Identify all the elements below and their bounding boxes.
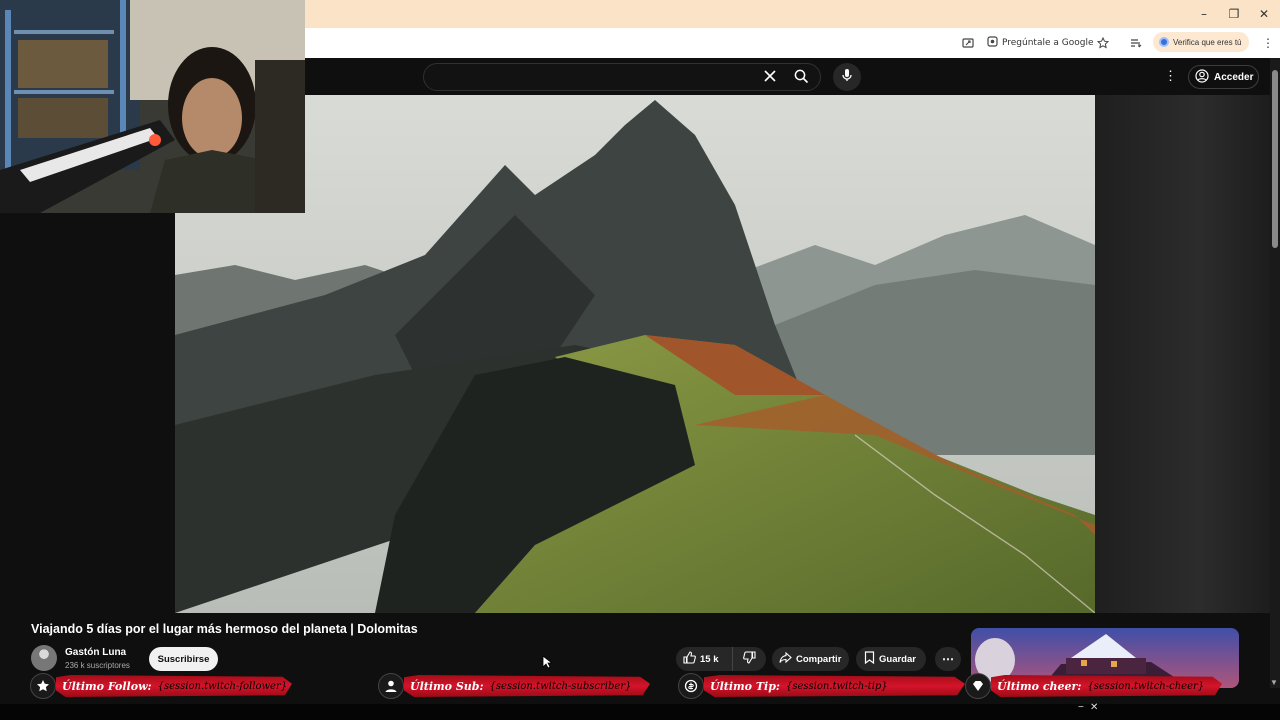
minimize-button[interactable]: – (1190, 4, 1218, 24)
scrollbar-thumb[interactable] (1272, 70, 1278, 248)
last-follow-label: Último Follow: (62, 679, 152, 693)
lens-icon (987, 36, 998, 50)
voice-search-button[interactable] (833, 63, 861, 91)
last-tip-banner: Último Tip: {session.twitch-tip} (678, 672, 965, 700)
thumbs-up-icon (683, 651, 696, 667)
like-count: 15 k (700, 653, 719, 665)
cast-icon[interactable] (962, 34, 974, 52)
webcam-feed-image (0, 0, 305, 213)
last-cheer-value: {session.twitch-cheer} (1087, 680, 1205, 692)
save-label: Guardar (879, 653, 916, 665)
bottom-strip (0, 704, 1280, 720)
more-horizontal-icon: ⋯ (942, 652, 954, 666)
microphone-icon (841, 68, 853, 87)
thumbs-down-icon (743, 651, 756, 667)
minimize-icon[interactable]: − (1078, 702, 1084, 713)
diamond-icon (965, 673, 991, 699)
subscriber-count: 236 k suscriptores (65, 661, 130, 670)
verify-shield-icon (1159, 37, 1169, 47)
last-follow-banner: Último Follow: {session.twitch-follower} (30, 672, 292, 700)
video-frame-mountain-landscape (175, 95, 1095, 613)
search-input[interactable] (423, 63, 821, 91)
last-cheer-label: Último cheer: (997, 679, 1082, 693)
verify-identity-chip[interactable]: Verifica que eres tú (1153, 32, 1249, 52)
share-label: Compartir (796, 653, 842, 665)
last-sub-value: {session.twitch-subscriber} (489, 680, 632, 692)
ask-google-label: Pregúntale a Google (1002, 38, 1094, 48)
bookmark-icon (864, 651, 875, 667)
close-icon[interactable]: ✕ (1090, 702, 1098, 713)
dislike-button[interactable] (732, 647, 766, 671)
last-sub-label: Último Sub: (410, 679, 484, 693)
browser-menu-icon[interactable]: ⋮ (1262, 34, 1274, 52)
scroll-down-arrow-icon[interactable]: ▼ (1270, 678, 1278, 687)
ask-google-button[interactable]: Pregúntale a Google (987, 34, 1094, 52)
account-icon (1195, 68, 1209, 86)
channel-name[interactable]: Gastón Luna (65, 647, 126, 658)
search-icon[interactable] (794, 69, 809, 89)
coin-icon (678, 673, 704, 699)
mouse-cursor-icon (542, 655, 554, 674)
browser-title-bar (305, 0, 1280, 28)
share-arrow-icon (779, 651, 792, 667)
last-cheer-banner: Último cheer: {session.twitch-cheer} (965, 672, 1222, 700)
last-sub-stroke: Último Sub: {session.twitch-subscriber} (404, 675, 650, 697)
video-title: Viajando 5 días por el lugar más hermoso… (31, 622, 418, 636)
last-tip-value: {session.twitch-tip} (785, 680, 888, 692)
last-sub-banner: Último Sub: {session.twitch-subscriber} (378, 672, 650, 700)
verify-label: Verifica que eres tú (1173, 37, 1242, 47)
subscribe-button[interactable]: Suscribirse (149, 647, 218, 671)
close-window-button[interactable]: ✕ (1250, 4, 1278, 24)
user-icon (378, 673, 404, 699)
save-button[interactable]: Guardar (856, 647, 926, 671)
star-icon (30, 673, 56, 699)
settings-menu-icon[interactable]: ⋮ (1164, 68, 1177, 84)
channel-avatar[interactable] (31, 645, 57, 671)
webcam-overlay (0, 0, 305, 213)
close-icon[interactable] (763, 69, 777, 88)
sign-in-label: Acceder (1214, 71, 1254, 83)
bookmark-star-icon[interactable] (1097, 34, 1109, 52)
last-tip-stroke: Último Tip: {session.twitch-tip} (704, 675, 965, 697)
reading-list-icon[interactable] (1130, 34, 1142, 52)
last-follow-stroke: Último Follow: {session.twitch-follower} (56, 675, 292, 697)
restore-button[interactable]: ❐ (1220, 4, 1248, 24)
video-side-panel (1095, 95, 1270, 613)
last-follow-value: {session.twitch-follower} (157, 680, 288, 692)
more-actions-button[interactable]: ⋯ (935, 647, 961, 671)
sign-in-button[interactable]: Acceder (1188, 65, 1259, 89)
last-tip-label: Último Tip: (710, 679, 780, 693)
last-cheer-stroke: Último cheer: {session.twitch-cheer} (991, 675, 1222, 697)
like-button[interactable]: 15 k (676, 647, 732, 671)
video-player[interactable] (175, 95, 1095, 613)
share-button[interactable]: Compartir (772, 647, 849, 671)
